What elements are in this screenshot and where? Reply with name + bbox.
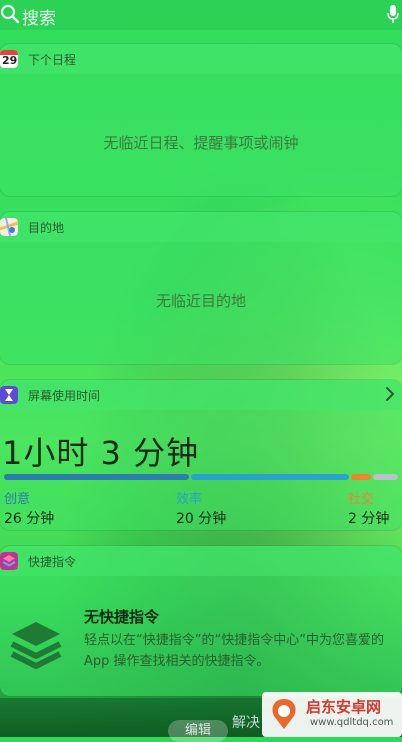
microphone-icon[interactable] <box>386 3 400 25</box>
search-placeholder: 搜索 <box>22 9 56 29</box>
usage-bar-segment-0 <box>4 474 189 480</box>
widget-title: 快捷指令 <box>28 555 77 569</box>
usage-bar-segment-1 <box>191 474 349 480</box>
widget-header: 29 下个日程 <box>0 44 402 74</box>
destination-widget[interactable]: 目的地 无临近目的地 <box>0 212 402 364</box>
watermark: 启东安卓网 www.qdltdq.com <box>262 692 402 737</box>
widget-header: 快捷指令 <box>0 546 402 576</box>
shortcuts-widget[interactable]: 快捷指令 无快捷指令 轻点以在“快捷指令”的“快捷指令中心”中为您喜爱的 App… <box>0 546 402 696</box>
calendar-icon-day: 29 <box>2 54 18 67</box>
widget-title: 下个日程 <box>28 53 77 67</box>
calendar-widget[interactable]: 29 下个日程 无临近日程、提醒事项或闹钟 <box>0 44 402 196</box>
hourglass-icon <box>0 386 18 404</box>
screen-time-total: 1小时 3 分钟 <box>2 434 200 472</box>
widget-header: 屏幕使用时间 <box>0 380 402 410</box>
edit-button[interactable]: 编辑 <box>168 720 228 742</box>
shortcuts-stack-icon <box>10 622 62 669</box>
watermark-title: 启东安卓网 <box>306 698 382 716</box>
category-value-productivity: 20 分钟 <box>176 511 227 527</box>
category-value-creativity: 26 分钟 <box>4 511 55 527</box>
shortcuts-description: 轻点以在“快捷指令”的“快捷指令中心”中为您喜爱的 App 操作查找相关的快捷指… <box>84 633 384 669</box>
calendar-icon: 29 <box>0 50 18 68</box>
empty-message: 无临近日程、提醒事项或闹钟 <box>103 134 299 152</box>
empty-message: 无临近目的地 <box>155 292 246 310</box>
widget-header: 目的地 <box>0 212 402 242</box>
usage-bar-segment-other <box>373 474 398 480</box>
search-icon <box>1 5 20 24</box>
widget-title: 屏幕使用时间 <box>28 389 101 403</box>
category-label-productivity: 效率 <box>176 492 203 507</box>
widget-title: 目的地 <box>28 221 65 235</box>
maps-icon <box>0 218 18 236</box>
watermark-url: www.qdltdq.com <box>310 717 394 728</box>
category-value-social: 2 分钟 <box>348 511 390 527</box>
screen-time-widget[interactable]: 屏幕使用时间 1小时 3 分钟 创意 26 分钟 效率 20 分钟 社交 2 分… <box>0 380 402 530</box>
category-label-creativity: 创意 <box>4 492 31 507</box>
usage-bar-segment-2 <box>351 474 371 480</box>
shortcuts-icon <box>0 552 18 570</box>
search-bar[interactable]: 搜索 <box>0 0 402 30</box>
partial-text: 解决 <box>232 715 260 731</box>
chevron-right-icon[interactable] <box>384 386 396 402</box>
shortcuts-heading: 无快捷指令 <box>84 608 160 626</box>
watermark-logo-icon <box>272 699 296 729</box>
category-label-social: 社交 <box>348 492 375 507</box>
